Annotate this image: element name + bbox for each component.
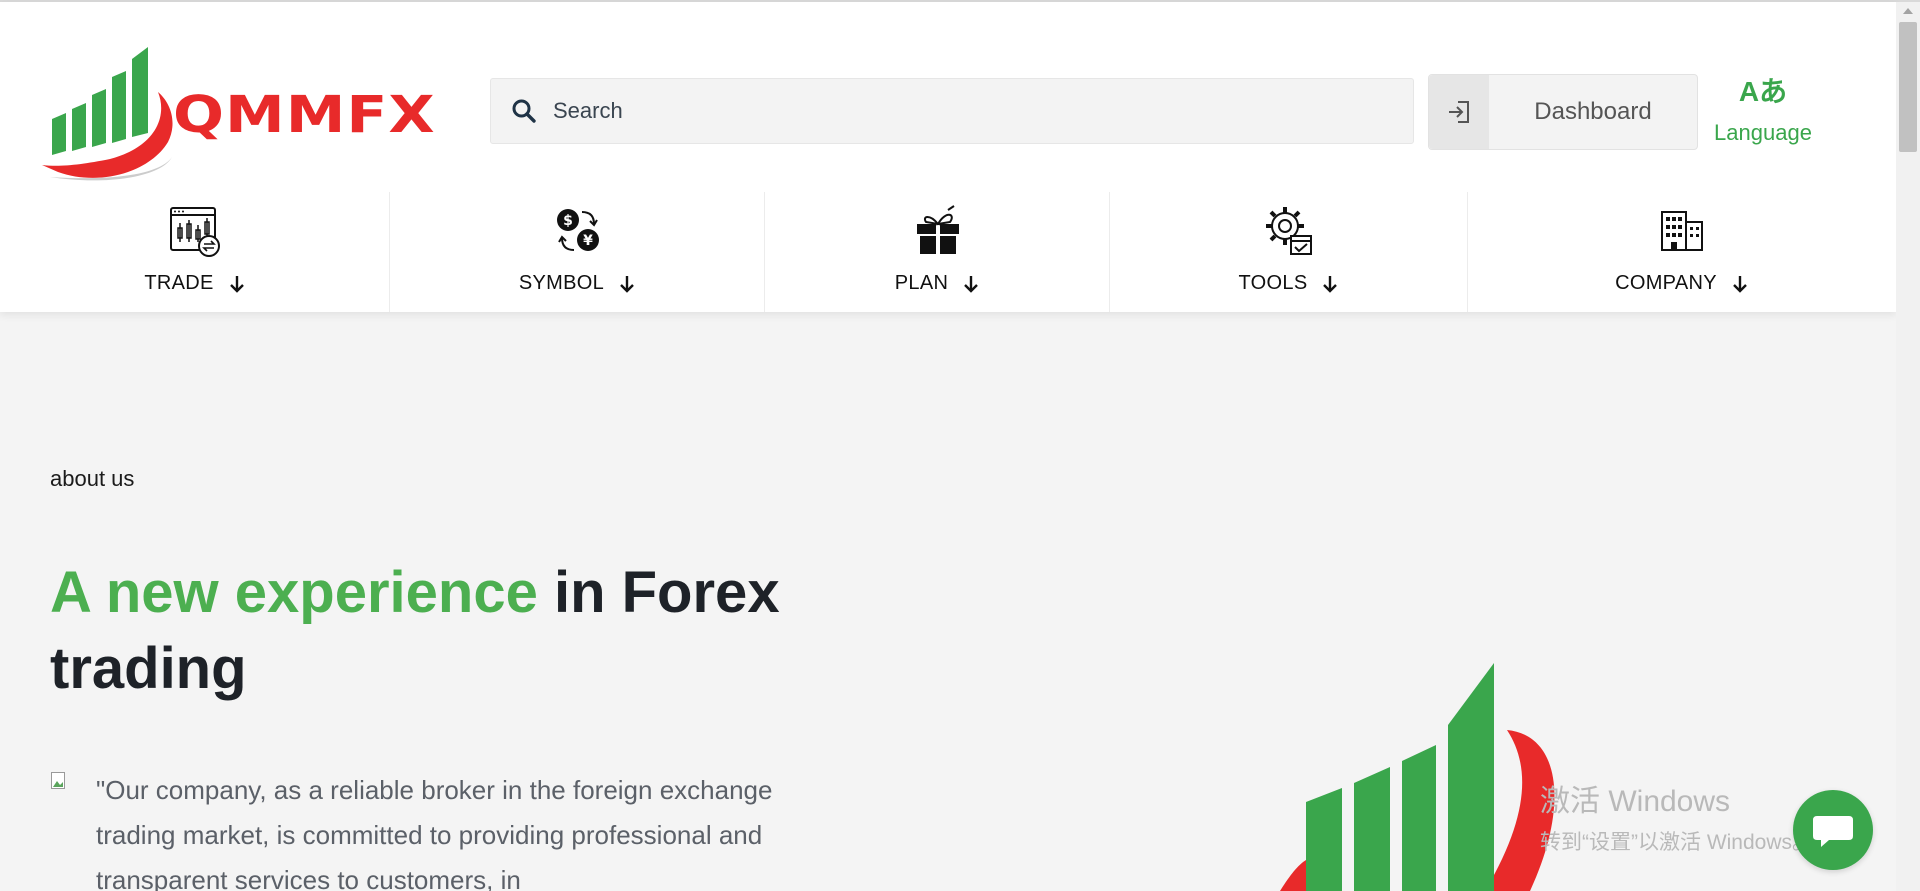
arrow-down-icon: [1733, 275, 1747, 293]
language-selector[interactable]: Aあ Language: [1708, 70, 1818, 146]
arrow-down-icon: [229, 275, 244, 293]
login-icon-wrap: [1429, 75, 1489, 149]
scrollbar-thumb[interactable]: [1899, 22, 1917, 152]
search-bar[interactable]: [490, 78, 1414, 144]
headline-accent: A new experience: [50, 560, 538, 625]
nav-item-trade[interactable]: TRADE: [0, 192, 390, 312]
arrow-down-icon: [964, 275, 979, 293]
search-icon: [512, 99, 536, 123]
dashboard-label: Dashboard: [1534, 98, 1652, 125]
svg-text:¥: ¥: [583, 233, 593, 249]
broken-image-icon: [51, 772, 65, 789]
language-label: Language: [1714, 120, 1812, 145]
nav-label-tools: TOOLS: [1238, 272, 1308, 294]
nav-label-company: COMPANY: [1615, 272, 1717, 294]
gear-tools-icon: [1266, 207, 1312, 255]
nav-item-symbol[interactable]: $ ¥ SYMBOL: [390, 192, 765, 312]
hero-logo-graphic: [1280, 663, 1555, 891]
translate-icon: Aあ: [1738, 76, 1788, 107]
arrow-down-icon: [620, 275, 634, 293]
currency-exchange-icon: $ ¥: [556, 209, 599, 251]
about-quote: "Our company, as a reliable broker in th…: [96, 775, 773, 891]
svg-text:$: $: [563, 213, 573, 229]
nav-label-symbol: SYMBOL: [518, 272, 605, 294]
page-headline: A new experience in Forex trading: [50, 555, 810, 707]
gift-icon: [916, 205, 959, 254]
dashboard-button[interactable]: Dashboard: [1428, 74, 1698, 150]
nav-label-trade: TRADE: [144, 272, 214, 294]
nav-item-plan[interactable]: PLAN: [765, 192, 1110, 312]
candlestick-chart-icon: [170, 207, 220, 257]
nav-item-company[interactable]: COMPANY: [1468, 192, 1896, 312]
site-header: QMMFX Dashboard Aあ Language: [0, 2, 1896, 312]
chat-bubble-icon: [1813, 816, 1853, 847]
nav-item-tools[interactable]: TOOLS: [1110, 192, 1468, 312]
scroll-up-arrow-icon[interactable]: [1903, 8, 1913, 14]
section-label: about us: [50, 466, 135, 491]
building-icon: [1661, 211, 1703, 251]
login-icon: [1449, 101, 1469, 123]
qmmfx-logo[interactable]: QMMFX: [40, 47, 435, 182]
arrow-down-icon: [1323, 275, 1338, 293]
logo-text: QMMFX: [173, 85, 436, 145]
search-input[interactable]: [553, 98, 1393, 124]
main-nav: TRADE $ ¥ SYMBOL PLAN TOOLS COMPANY: [0, 192, 1896, 312]
chat-button[interactable]: [1793, 790, 1873, 870]
nav-label-plan: PLAN: [894, 272, 949, 294]
